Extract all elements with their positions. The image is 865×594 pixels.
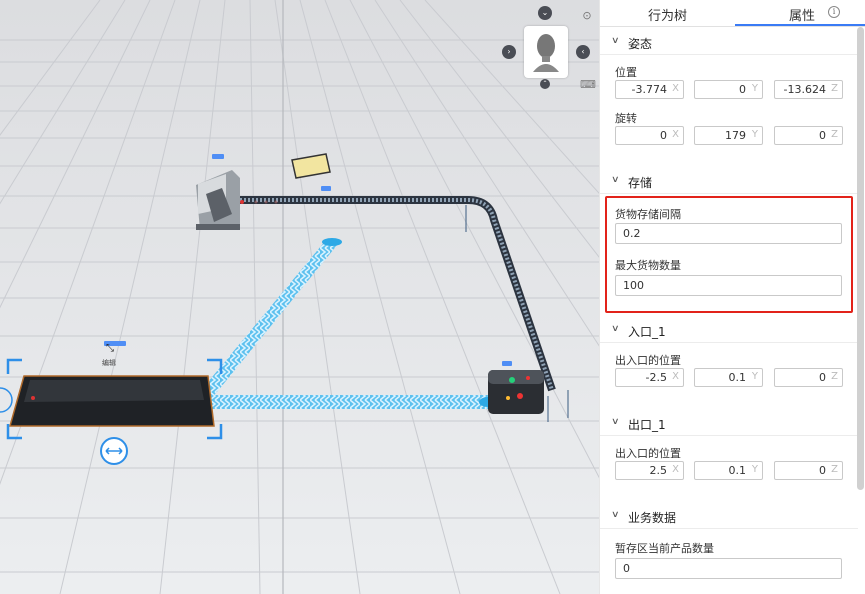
entry-x-input[interactable]: -2.5 X [615, 368, 684, 387]
chevron-down-icon: ∨ [611, 36, 620, 46]
chevron-down-icon: ∨ [611, 417, 620, 427]
blue-conveyor-horizontal[interactable] [190, 395, 497, 409]
position-z-input[interactable]: -13.624 Z [774, 80, 843, 99]
scene-canvas[interactable] [0, 0, 600, 594]
rotation-z-input[interactable]: 0Z [774, 126, 843, 145]
section-pose[interactable]: ∨ 姿态 [600, 30, 858, 55]
exit-z-input[interactable]: 0Z [774, 461, 843, 480]
entry-y-input[interactable]: 0.1 Y [694, 368, 763, 387]
tab-properties[interactable]: 属性 [789, 5, 815, 24]
panel-scrollbar[interactable] [857, 27, 864, 490]
rotate-left-icon[interactable]: › [502, 45, 516, 59]
rotation-x-input[interactable]: 0X [615, 126, 684, 145]
entry-position-label: 出入口的位置 [615, 354, 681, 367]
rotate-handle[interactable] [100, 437, 128, 465]
machine-tag [212, 154, 224, 159]
info-icon[interactable]: i [828, 6, 840, 18]
current-count-label: 暂存区当前产品数量 [615, 542, 714, 555]
active-tab-indicator [735, 24, 865, 26]
exit-y-input[interactable]: 0.1 Y [694, 461, 763, 480]
highlight-box [605, 196, 853, 313]
keyboard-icon[interactable]: ⌨ [580, 78, 596, 92]
panel-tabs: 行为树 属性 i [600, 0, 865, 27]
3d-viewport[interactable]: ⤡ 编辑 ⌄ › ‹ ⌃ ⊙ ⌨ [0, 0, 600, 594]
position-y-input[interactable]: 0Y [694, 80, 763, 99]
exit-position-label: 出入口的位置 [615, 447, 681, 460]
section-storage-title: 存储 [628, 176, 653, 190]
rotate-right-icon[interactable]: ‹ [576, 45, 590, 59]
chevron-down-icon: ∨ [611, 510, 620, 520]
section-storage[interactable]: ∨ 存储 [600, 169, 858, 194]
sensor-tag [321, 186, 331, 191]
view-cube[interactable] [524, 26, 568, 78]
move-cursor-icon: ⤡ [106, 343, 114, 354]
section-business-title: 业务数据 [628, 511, 677, 525]
section-entry-1-title: 入口_1 [628, 325, 666, 339]
box-tag [502, 361, 512, 366]
position-label: 位置 [615, 66, 637, 79]
rotate-up-icon[interactable]: ⌄ [538, 6, 552, 20]
rotation-y-input[interactable]: 179 Y [694, 126, 763, 145]
rotation-label: 旋转 [615, 112, 637, 125]
chevron-down-icon: ∨ [611, 324, 620, 334]
settings-icon[interactable]: ⊙ [580, 9, 594, 23]
entry-z-input[interactable]: 0Z [774, 368, 843, 387]
section-pose-title: 姿态 [628, 37, 653, 51]
rotate-down-icon[interactable]: ⌃ [540, 79, 550, 89]
section-exit-1[interactable]: ∨ 出口_1 [600, 411, 858, 436]
tab-behavior-tree[interactable]: 行为树 [648, 5, 687, 24]
storage-box-right[interactable] [488, 370, 544, 414]
edit-label: 编辑 [102, 359, 116, 367]
section-exit-1-title: 出口_1 [628, 418, 666, 432]
chevron-down-icon: ∨ [611, 175, 620, 185]
section-business-data[interactable]: ∨ 业务数据 [600, 504, 858, 529]
position-x-input[interactable]: -3.774 X [615, 80, 684, 99]
exit-x-input[interactable]: 2.5 X [615, 461, 684, 480]
selected-buffer-area[interactable] [9, 375, 215, 427]
current-count-input[interactable]: 0 [615, 558, 842, 579]
section-entry-1[interactable]: ∨ 入口_1 [600, 318, 858, 343]
